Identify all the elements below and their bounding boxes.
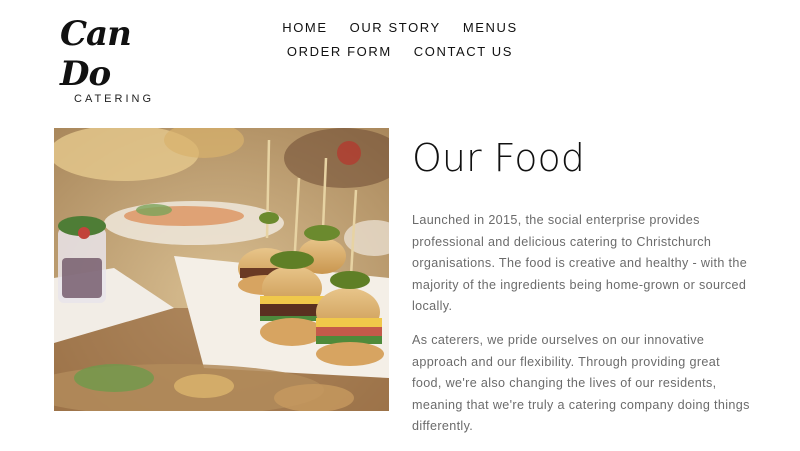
logo-wordmark: Can Do: [60, 14, 132, 94]
nav-row-1: HOME OUR STORY MENUS: [270, 20, 530, 35]
nav-order-form[interactable]: ORDER FORM: [287, 44, 392, 59]
nav-home[interactable]: HOME: [282, 20, 327, 35]
nav-menus[interactable]: MENUS: [463, 20, 518, 35]
sliders-image: [54, 128, 389, 411]
main-nav: HOME OUR STORY MENUS ORDER FORM CONTACT …: [270, 20, 530, 68]
food-photo: [54, 128, 389, 411]
our-food-section: Our Food Launched in 2015, the social en…: [412, 136, 752, 450]
logo-tagline: CATERING: [74, 93, 155, 105]
caterers-paragraph: As caterers, we pride ourselves on our i…: [412, 332, 750, 434]
nav-our-story[interactable]: OUR STORY: [350, 20, 441, 35]
nav-contact-us[interactable]: CONTACT US: [414, 44, 513, 59]
page-title: Our Food: [412, 136, 585, 180]
logo[interactable]: Can Do CATERING: [60, 14, 180, 105]
intro-paragraph: Launched in 2015, the social enterprise …: [412, 213, 748, 314]
nav-row-2: ORDER FORM CONTACT US: [270, 44, 530, 59]
